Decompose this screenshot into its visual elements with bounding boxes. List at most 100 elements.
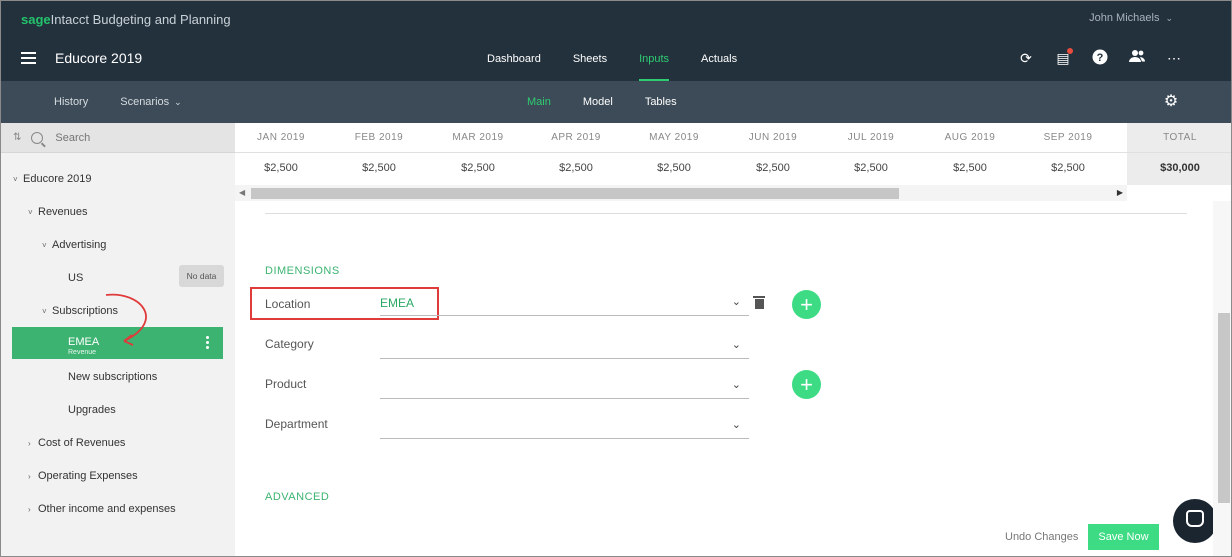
product-logo: sageIntacct Budgeting and Planning (21, 12, 231, 27)
tree-item-cost-of-revenues[interactable]: › Cost of Revenues (28, 437, 125, 449)
scrollbar-thumb[interactable] (251, 188, 899, 199)
month-value-cell[interactable]: $2,500 (527, 162, 625, 174)
sidebar: ⇅ ˅ Educore 2019 ˅ Revenues ˅ Advertising U… (1, 123, 235, 556)
brand-sage: sage (21, 12, 51, 27)
caret-down-icon: ˅ (13, 175, 18, 184)
month-value-cell[interactable]: $2,500 (330, 162, 428, 174)
tree-item-advertising[interactable]: ˅ Advertising (42, 239, 106, 251)
department-select[interactable]: ⌄ (380, 415, 749, 439)
tree-label: Advertising (52, 239, 107, 251)
tab-tables[interactable]: Tables (629, 96, 693, 108)
month-header: JAN 2019 (257, 132, 305, 143)
vertical-scrollbar[interactable] (1213, 201, 1231, 556)
tab-sheets[interactable]: Sheets (557, 37, 623, 81)
tree-label: New subscriptions (68, 371, 158, 383)
month-header: SEP 2019 (1043, 132, 1093, 143)
hamburger-menu-icon[interactable] (21, 52, 36, 64)
sub-tabs: Main Model Tables (511, 81, 693, 123)
month-value-cell[interactable]: $2,500 (1019, 162, 1117, 174)
scroll-right-icon[interactable]: ▶ (1117, 188, 1123, 197)
tree-item-other-income[interactable]: › Other income and expenses (28, 503, 176, 515)
tree-label: Educore 2019 (23, 173, 92, 185)
chevron-down-icon: ⌄ (731, 379, 741, 391)
tree-item-operating-expenses[interactable]: › Operating Expenses (28, 470, 138, 482)
app-title: Educore 2019 (55, 50, 143, 66)
nav-tabs: Dashboard Sheets Inputs Actuals (471, 37, 753, 81)
undo-changes-button[interactable]: Undo Changes (1005, 531, 1078, 543)
caret-down-icon: ˅ (42, 241, 47, 250)
category-select[interactable]: ⌄ (380, 335, 749, 359)
brand-intacct: Intacct (50, 12, 89, 27)
tree-label: Cost of Revenues (38, 437, 126, 449)
month-value-cell[interactable]: $2,500 (232, 162, 330, 174)
divider (265, 213, 1187, 214)
total-value: $30,000 (1160, 162, 1200, 174)
chevron-down-icon: ⌄ (731, 339, 741, 351)
chat-button[interactable] (1173, 499, 1217, 543)
user-menu[interactable]: John Michaels ⌄ (1089, 12, 1173, 24)
kebab-menu-icon[interactable] (206, 336, 209, 351)
trash-icon[interactable] (753, 296, 765, 310)
history-button[interactable]: History (54, 96, 88, 108)
tree-label: Other income and expenses (38, 503, 176, 515)
month-value-cell[interactable]: $2,500 (921, 162, 1019, 174)
more-icon[interactable]: ⋯ (1165, 49, 1183, 67)
month-value-cell[interactable]: $2,500 (625, 162, 723, 174)
add-dimension-button[interactable]: + (792, 290, 821, 319)
tree-label: Upgrades (68, 404, 116, 416)
tree-item-us[interactable]: US (68, 272, 83, 284)
category-label: Category (265, 337, 314, 351)
location-label: Location (265, 297, 311, 311)
month-value-cell[interactable]: $2,500 (429, 162, 527, 174)
caret-right-icon: › (28, 505, 31, 514)
tab-model[interactable]: Model (567, 96, 629, 108)
curved-arrow-annotation (105, 293, 147, 346)
tree-sublabel: Revenue (68, 349, 97, 356)
month-value-cell[interactable]: $2,500 (724, 162, 822, 174)
month-value-cell[interactable]: $2,500 (822, 162, 920, 174)
caret-right-icon: › (28, 472, 31, 481)
caret-down-icon: ˅ (28, 208, 33, 217)
tab-actuals[interactable]: Actuals (685, 37, 753, 81)
location-select[interactable]: EMEA ⌄ (380, 292, 749, 316)
add-dimension-button[interactable]: + (792, 370, 821, 399)
monthly-grid: JAN 2019 FEB 2019 MAR 2019 APR 2019 MAY … (232, 123, 1231, 201)
help-icon[interactable]: ? (1091, 49, 1109, 67)
tree-item-revenues[interactable]: ˅ Revenues (28, 206, 88, 218)
location-value: EMEA (380, 296, 415, 310)
search-input[interactable] (55, 131, 196, 144)
main-panel: DIMENSIONS Location EMEA ⌄ + Category ⌄ … (235, 201, 1231, 556)
app-window: sageIntacct Budgeting and Planning John … (0, 0, 1232, 557)
tab-dashboard[interactable]: Dashboard (471, 37, 557, 81)
save-now-button[interactable]: Save Now (1088, 524, 1159, 550)
nav-icons: ⟳ ▤ ? ⋯ (1017, 48, 1183, 67)
clipboard-icon[interactable]: ▤ (1054, 48, 1073, 67)
refresh-icon[interactable]: ⟳ (1017, 49, 1035, 67)
tree-item-new-subscriptions[interactable]: New subscriptions (68, 371, 157, 383)
scroll-left-icon[interactable]: ◀ (239, 188, 245, 197)
scenarios-dropdown[interactable]: Scenarios ⌄ (120, 96, 181, 108)
month-header: MAR 2019 (452, 132, 504, 143)
sidebar-search: ⇅ (1, 123, 235, 153)
caret-down-icon: ˅ (42, 307, 47, 316)
horizontal-scrollbar[interactable]: ◀ ▶ (235, 185, 1127, 201)
month-header: APR 2019 (551, 132, 601, 143)
tree-item-educore-2019[interactable]: ˅ Educore 2019 (13, 173, 92, 185)
month-header: FEB 2019 (354, 132, 404, 143)
tab-main[interactable]: Main (511, 96, 567, 108)
month-header: JUL 2019 (847, 132, 895, 143)
tree-item-upgrades[interactable]: Upgrades (68, 404, 116, 416)
people-icon[interactable] (1128, 49, 1146, 67)
no-data-badge: No data (179, 265, 224, 287)
search-icon (31, 131, 44, 144)
tab-inputs[interactable]: Inputs (623, 37, 685, 81)
month-header: MAY 2019 (649, 132, 699, 143)
gear-icon[interactable]: ⚙ (1162, 93, 1180, 111)
scrollbar-thumb[interactable] (1218, 313, 1230, 503)
department-label: Department (265, 417, 328, 431)
advanced-title[interactable]: ADVANCED (265, 491, 329, 503)
tree-label: EMEA (68, 336, 100, 348)
product-select[interactable]: ⌄ (380, 375, 749, 399)
expand-collapse-icon[interactable]: ⇅ (13, 132, 21, 143)
svg-text:?: ? (1097, 52, 1104, 64)
